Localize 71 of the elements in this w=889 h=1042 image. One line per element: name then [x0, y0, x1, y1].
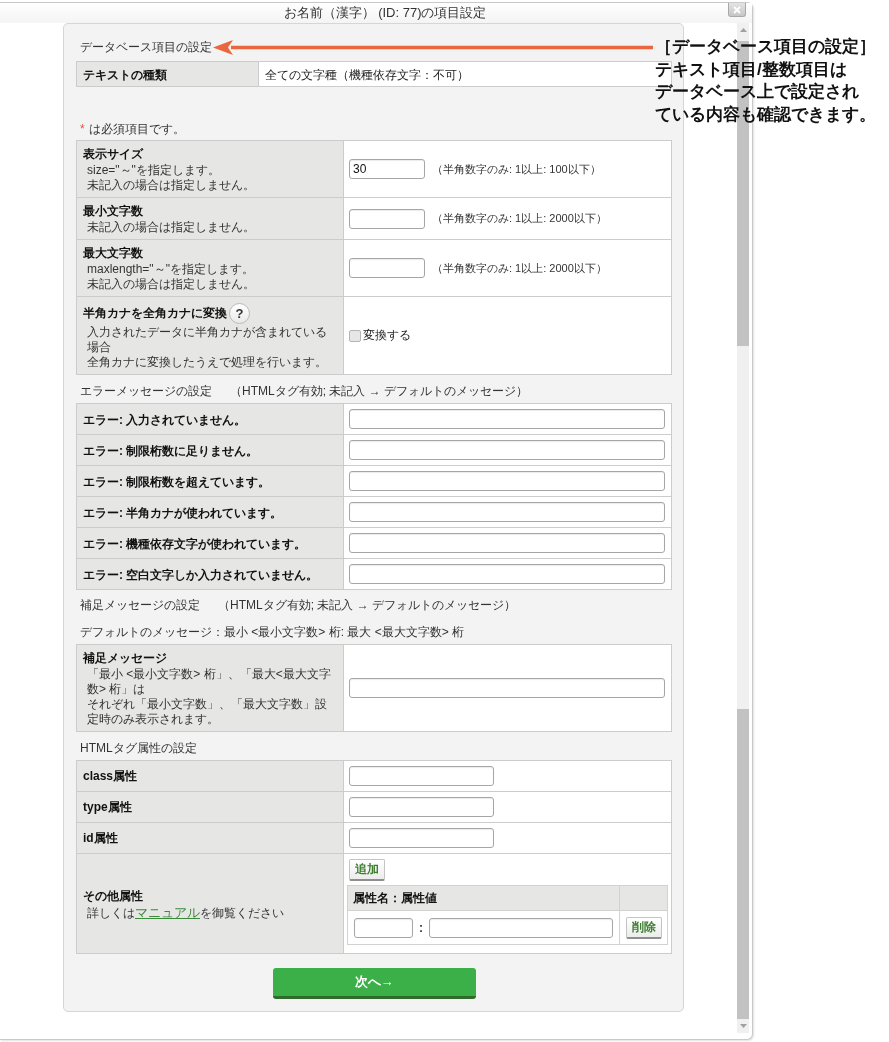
field-label: 補足メッセージ — [83, 650, 167, 667]
caret-up-icon — [739, 28, 747, 32]
text-input[interactable] — [349, 678, 665, 698]
attribute-value-input[interactable] — [429, 917, 613, 938]
text-input[interactable] — [349, 533, 665, 553]
input-hint: （半角数字のみ: 1以上: 100以下） — [432, 161, 601, 177]
text-input[interactable] — [349, 766, 494, 786]
delete-button[interactable]: 削除 — [625, 916, 662, 939]
field-label: class属性 — [83, 768, 138, 785]
text-input[interactable] — [349, 440, 665, 460]
field-value: 全ての文字種（機種依存文字：不可） — [265, 68, 469, 82]
text-input[interactable] — [349, 471, 665, 491]
required-mark: * — [80, 121, 85, 137]
help-button[interactable]: ? — [229, 302, 250, 324]
section-note: （HTMLタグ有効; 未記入 → デフォルトのメッセージ） — [230, 383, 528, 399]
input-hint: （半角数字のみ: 1以上: 2000以下） — [432, 211, 607, 226]
annotation-title: ［データベース項目の設定］ — [655, 36, 876, 58]
field-note: 未記入の場合は指定しません。 — [86, 277, 256, 292]
close-button[interactable] — [728, 3, 746, 17]
field-label: その他属性 — [83, 887, 143, 905]
text-input[interactable] — [349, 409, 665, 429]
field-note: 未記入の場合は指定しません。 — [86, 220, 256, 235]
field-label: エラー: 制限桁数に足りません。 — [83, 443, 259, 458]
attribute-name-input[interactable] — [354, 917, 413, 938]
checkbox[interactable] — [349, 329, 361, 342]
manual-note: 詳しくはマニュアルを御覧ください — [86, 904, 285, 921]
section-heading: HTMLタグ属性の設定 — [80, 740, 197, 756]
field-label: id属性 — [83, 830, 118, 847]
text-input[interactable] — [349, 208, 425, 229]
close-icon — [733, 5, 741, 14]
text-input[interactable]: 30 — [349, 159, 425, 179]
required-note: は必須項目です。 — [88, 121, 185, 137]
field-label: エラー: 機種依存文字が使われています。 — [83, 536, 307, 551]
field-label: 表示サイズ — [83, 146, 143, 163]
text-input[interactable] — [349, 797, 494, 817]
field-note: maxlength="～"を指定します。 — [86, 262, 255, 277]
next-button[interactable]: 次へ→ — [272, 968, 476, 999]
separator-text: : — [419, 920, 423, 935]
field-note: 未記入の場合は指定しません。 — [86, 178, 256, 193]
field-label: エラー: 半角カナが使われています。 — [83, 505, 283, 520]
field-note: 入力されたデータに半角カナが含まれている場合 — [86, 325, 328, 355]
add-button[interactable]: 追加 — [349, 859, 385, 881]
text-input[interactable] — [349, 502, 665, 522]
field-label: エラー: 入力されていません。 — [83, 412, 247, 427]
input-hint: （半角数字のみ: 1以上: 2000以下） — [432, 260, 607, 276]
field-label: 半角カナを全角カナに変換 — [83, 305, 227, 322]
text-input[interactable] — [349, 258, 425, 278]
field-label: type属性 — [83, 799, 132, 816]
field-note: size="～"を指定します。 — [86, 163, 221, 178]
section-heading: エラーメッセージの設定 — [80, 383, 212, 399]
field-note: それぞれ「最小文字数」、「最大文字数」設定時のみ表示されます。 — [86, 697, 328, 727]
table-header-cell: 属性名：属性値 — [347, 885, 620, 911]
caret-down-icon — [739, 1024, 747, 1028]
text-input[interactable] — [349, 564, 665, 584]
scrollbar-thumb[interactable] — [737, 709, 749, 1019]
annotation-text: テキスト項目/整数項目は データベース上で設定され ている内容も確認できます。 — [655, 58, 876, 126]
field-label: エラー: 空白文字しか入力されていません。 — [83, 567, 319, 582]
field-label: 最小文字数 — [83, 203, 143, 220]
section-note: （HTMLタグ有効; 未記入 → デフォルトのメッセージ） — [218, 597, 516, 613]
section-heading: デフォルトのメッセージ：最小 <最小文字数> 桁: 最大 <最大文字数> 桁 — [80, 624, 465, 640]
field-label: 最大文字数 — [83, 245, 143, 262]
field-label: テキストの種類 — [83, 68, 167, 82]
window-title: お名前（漢字） (ID: 77)の項目設定 — [283, 4, 487, 22]
field-note: 全角カナに変換したうえで処理を行います。 — [86, 355, 328, 370]
section-heading: データベース項目の設定 — [80, 39, 212, 55]
field-label: エラー: 制限桁数を超えています。 — [83, 474, 271, 489]
section-heading: 補足メッセージの設定 — [80, 597, 200, 613]
text-input[interactable] — [349, 828, 494, 848]
field-note: 「最小 <最小文字数> 桁」、「最大<最大文字数> 桁」は — [86, 667, 332, 697]
manual-link[interactable]: マニュアル — [135, 904, 200, 920]
checkbox-label: 変換する — [363, 327, 411, 344]
